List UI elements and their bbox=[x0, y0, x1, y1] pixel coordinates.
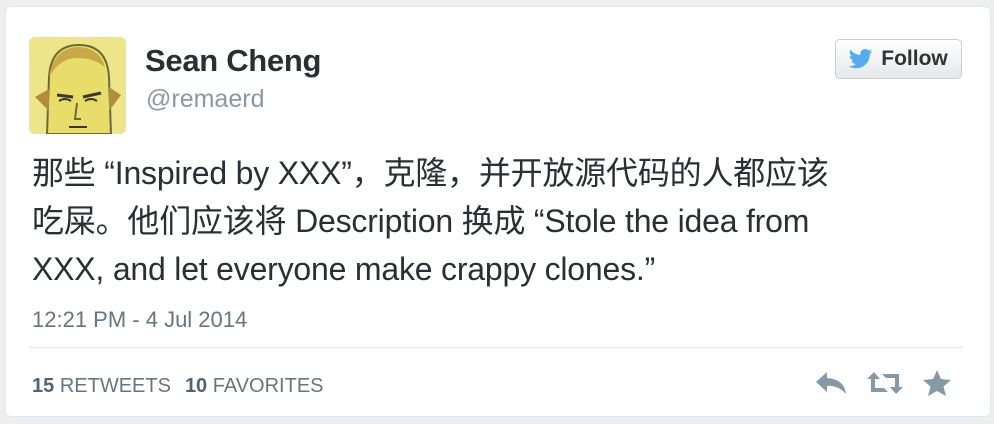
avatar-illustration bbox=[29, 37, 126, 134]
follow-label: Follow bbox=[881, 47, 948, 70]
retweets-count: 15 bbox=[32, 375, 55, 397]
follow-button[interactable]: Follow bbox=[835, 39, 962, 79]
tweet-text-line: XXX, and let everyone make crappy clones… bbox=[32, 251, 656, 287]
retweets-label: RETWEETS bbox=[59, 375, 171, 397]
tweet-text-line: 那些 “Inspired by XXX”，克隆，并开放源代码的人都应该 bbox=[32, 155, 829, 191]
divider bbox=[29, 347, 963, 348]
display-name[interactable]: Sean Cheng bbox=[145, 43, 321, 79]
tweet-timestamp[interactable]: 12:21 PM - 4 Jul 2014 bbox=[32, 307, 247, 333]
favorites-count: 10 bbox=[184, 375, 208, 397]
reply-icon[interactable] bbox=[814, 370, 848, 396]
twitter-bird-icon bbox=[849, 49, 873, 69]
tweet-text-line: 吃屎。他们应该将 Description 换成 “Stole the idea … bbox=[32, 203, 810, 239]
tweet-text: 那些 “Inspired by XXX”，克隆，并开放源代码的人都应该 吃屎。他… bbox=[32, 149, 962, 293]
avatar[interactable] bbox=[29, 37, 126, 134]
retweet-icon[interactable] bbox=[866, 370, 904, 396]
screen-name[interactable]: @remaerd bbox=[146, 85, 264, 114]
tweet-card: Sean Cheng @remaerd Follow 那些 “Inspired … bbox=[5, 6, 991, 417]
favorite-star-icon[interactable] bbox=[922, 369, 952, 397]
retweets-stat[interactable]: 15 RETWEETS bbox=[32, 375, 171, 398]
tweet-stats: 15 RETWEETS 10 FAVORITES bbox=[32, 375, 324, 398]
tweet-actions bbox=[814, 369, 952, 397]
favorites-stat[interactable]: 10 FAVORITES bbox=[185, 375, 324, 398]
favorites-label: FAVORITES bbox=[212, 375, 324, 397]
